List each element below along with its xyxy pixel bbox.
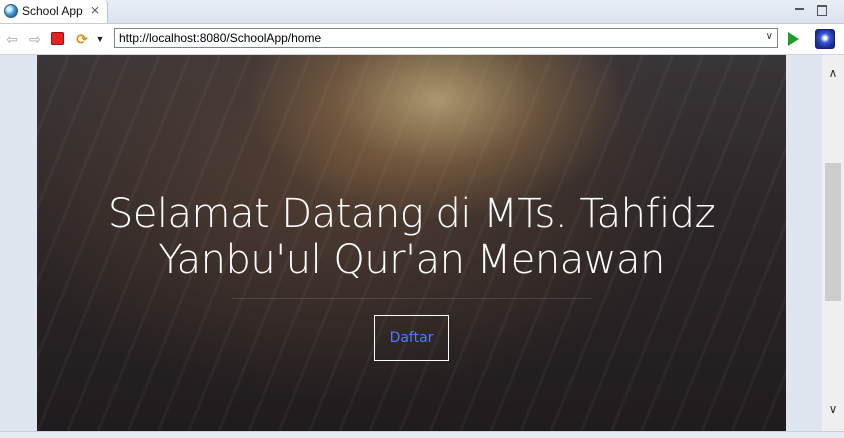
maximize-button[interactable] — [815, 3, 829, 17]
minimize-button[interactable] — [793, 3, 807, 17]
daftar-button[interactable]: Daftar — [374, 315, 449, 361]
refresh-icon[interactable]: ⟳ — [74, 31, 90, 47]
chevron-down-icon[interactable]: ▼ — [95, 31, 105, 47]
hero-divider — [232, 298, 592, 299]
eclipse-icon[interactable] — [815, 29, 835, 49]
tab-title: School App — [22, 4, 83, 18]
url-bar[interactable]: ∨ — [114, 28, 778, 48]
url-input[interactable] — [119, 30, 759, 46]
scrollbar-thumb[interactable] — [825, 163, 841, 301]
page-viewport: Selamat Datang di MTs. Tahfidz Yanbu'ul … — [0, 55, 822, 431]
scroll-down-icon[interactable]: ∨ — [822, 399, 844, 419]
tab-school-app[interactable]: School App ⨯ — [0, 0, 108, 23]
back-icon[interactable]: ⇦ — [4, 31, 20, 47]
stop-icon[interactable] — [51, 32, 64, 45]
url-dropdown-icon[interactable]: ∨ — [766, 31, 773, 42]
go-icon[interactable] — [788, 32, 799, 46]
browser-toolbar: ⇦ ⇨ ⟳ ▼ ∨ — [0, 24, 844, 55]
hero-title: Selamat Datang di MTs. Tahfidz Yanbu'ul … — [107, 191, 716, 283]
globe-icon — [4, 4, 18, 18]
tab-close-icon[interactable]: ⨯ — [90, 3, 100, 17]
scroll-up-icon[interactable]: ∧ — [822, 63, 844, 83]
forward-icon[interactable]: ⇨ — [27, 31, 43, 47]
tab-bar: School App ⨯ — [0, 0, 844, 24]
hero-banner: Selamat Datang di MTs. Tahfidz Yanbu'ul … — [37, 55, 786, 431]
vertical-scrollbar[interactable]: ∧ ∨ — [822, 55, 844, 431]
